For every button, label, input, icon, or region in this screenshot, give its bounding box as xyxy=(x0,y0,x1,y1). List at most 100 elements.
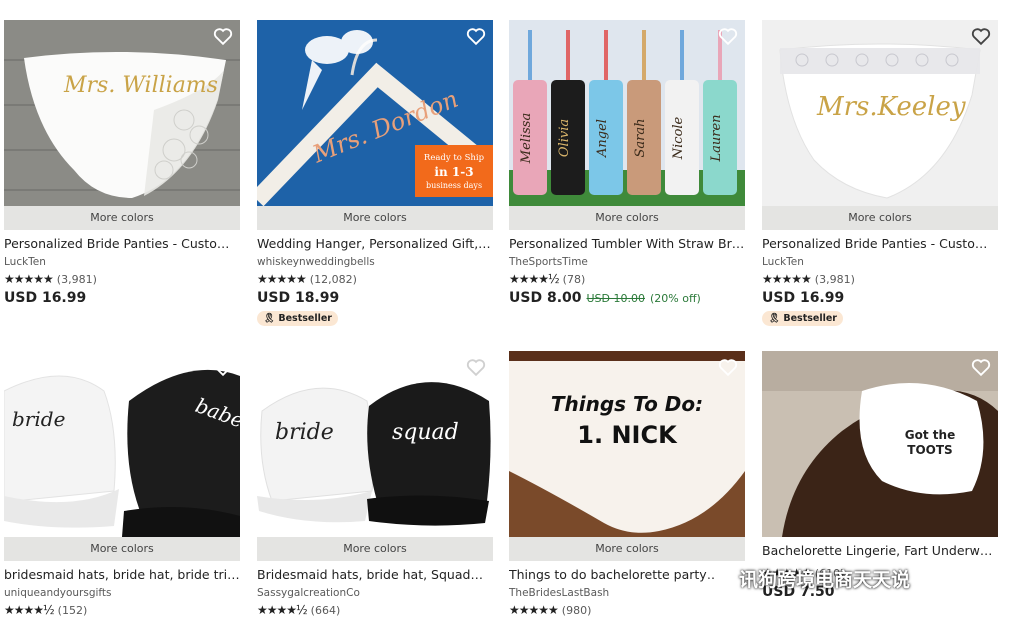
listing-image[interactable]: Things To Do: 1. NICK xyxy=(509,351,745,537)
tumbler-name-text: Angel xyxy=(595,119,610,158)
current-price: USD 16.99 xyxy=(4,290,87,306)
heart-outline-icon[interactable] xyxy=(465,356,487,378)
shop-name[interactable]: LuckTen xyxy=(762,256,998,268)
shop-name[interactable]: whiskeynweddingbells xyxy=(257,256,493,268)
listing-card[interactable]: Mrs. Dordon Ready to Ship in 1-3 busines… xyxy=(257,20,493,326)
shop-name[interactable]: TheSportsTime xyxy=(509,256,745,268)
listing-card[interactable]: Got the TOOTS Bachelorette Lingerie, Far… xyxy=(762,351,998,600)
tumbler-name-text: Melissa xyxy=(519,113,534,164)
listing-card[interactable]: Things To Do: 1. NICK More colors Things… xyxy=(509,351,745,617)
star-icon: ★★★★½ xyxy=(509,272,560,286)
price: USD 7.50 xyxy=(762,584,998,600)
badge-label: Bestseller xyxy=(278,313,332,324)
shop-name[interactable]: TheBridesLastBash xyxy=(509,587,745,599)
more-colors-button[interactable]: More colors xyxy=(4,206,240,230)
product-photo-hats: bride squad xyxy=(257,351,493,537)
product-photo-panties: Mrs.Keeley xyxy=(762,20,998,206)
product-photo-tumblers: Melissa Olivia Angel Sarah Nicole Lauren xyxy=(509,20,745,206)
heart-outline-icon[interactable] xyxy=(970,356,992,378)
listing-title[interactable]: Bachelorette Lingerie, Fart Underw… xyxy=(762,543,998,558)
product-print-text: squad xyxy=(392,420,459,445)
listing-card[interactable]: bride babes More colors bridesmaid hats,… xyxy=(4,351,240,617)
review-count: (664) xyxy=(310,603,341,617)
review-count: (980) xyxy=(561,603,592,617)
listing-image[interactable]: bride squad xyxy=(257,351,493,537)
listing-card[interactable]: Mrs. Williams More colors Personalized B… xyxy=(4,20,240,306)
heart-outline-icon[interactable] xyxy=(970,25,992,47)
promo-tag-line2: in 1-3 xyxy=(434,165,473,179)
discount-label: (20% off) xyxy=(650,292,701,305)
star-icon: ★★★★★ xyxy=(509,603,559,617)
listing-title[interactable]: Personalized Bride Panties - Custo… xyxy=(762,236,998,251)
tumbler-name-text: Nicole xyxy=(671,116,686,160)
more-colors-button[interactable]: More colors xyxy=(4,537,240,561)
heart-outline-icon[interactable] xyxy=(465,25,487,47)
original-price: USD 10.00 xyxy=(586,292,646,305)
more-colors-button[interactable]: More colors xyxy=(257,537,493,561)
rating: ★★★★★ (3,981) xyxy=(762,272,998,286)
badge-label: Bestseller xyxy=(783,313,837,324)
listing-title[interactable]: Wedding Hanger, Personalized Gift,… xyxy=(257,236,493,251)
listing-title[interactable]: Things to do bachelorette party… xyxy=(509,567,745,582)
heart-outline-icon[interactable] xyxy=(212,25,234,47)
rating: ★★★★★ (610) xyxy=(762,566,998,580)
listing-card[interactable]: Melissa Olivia Angel Sarah Nicole Lauren More… xyxy=(509,20,745,306)
current-price: USD 16.99 xyxy=(762,290,845,306)
promo-tag-line1: Ready to Ship xyxy=(424,153,485,163)
product-print-text: Mrs. Williams xyxy=(63,73,218,98)
product-photo-panties: Mrs. Williams xyxy=(4,20,240,206)
listing-image[interactable]: Mrs. Dordon Ready to Ship in 1-3 busines… xyxy=(257,20,493,206)
listing-title[interactable]: bridesmaid hats, bride hat, bride tri… xyxy=(4,567,240,582)
price: USD 8.00 USD 10.00 (20% off) xyxy=(509,290,745,306)
product-photo-panties: Things To Do: 1. NICK xyxy=(509,351,745,537)
product-print-text: TOOTS xyxy=(907,443,952,457)
rating: ★★★★½ (152) xyxy=(4,603,240,617)
listing-image[interactable]: Mrs. Williams xyxy=(4,20,240,206)
shop-name[interactable]: uniqueandyoursgifts xyxy=(4,587,240,599)
tumbler-name-text: Olivia xyxy=(557,119,572,157)
product-print-text: Things To Do: xyxy=(551,392,703,416)
award-ribbon-icon: 🎗 xyxy=(263,313,276,324)
product-photo-hats: bride babes xyxy=(4,351,240,537)
more-colors-button[interactable]: More colors xyxy=(762,206,998,230)
rating: ★★★★★ (3,981) xyxy=(4,272,240,286)
product-print-text: bride xyxy=(275,420,334,445)
current-price: USD 18.99 xyxy=(257,290,340,306)
more-colors-button[interactable]: More colors xyxy=(257,206,493,230)
listing-card[interactable]: Mrs.Keeley More colors Personalized Brid… xyxy=(762,20,998,326)
listing-image[interactable]: bride babes xyxy=(4,351,240,537)
more-colors-button[interactable]: More colors xyxy=(509,206,745,230)
review-count: (12,082) xyxy=(309,272,357,286)
tumbler-name-text: Sarah xyxy=(633,119,648,158)
star-icon: ★★★★★ xyxy=(762,566,812,580)
more-colors-button[interactable]: More colors xyxy=(509,537,745,561)
listing-image[interactable]: Mrs.Keeley xyxy=(762,20,998,206)
product-print-text: 1. NICK xyxy=(577,421,678,449)
current-price: USD 8.00 xyxy=(509,290,582,306)
review-count: (78) xyxy=(562,272,586,286)
review-count: (610) xyxy=(814,566,845,580)
heart-outline-icon[interactable] xyxy=(717,356,739,378)
promo-tag-line3: business days xyxy=(426,181,482,190)
listing-title[interactable]: Personalized Bride Panties - Custo… xyxy=(4,236,240,251)
listing-title[interactable]: Personalized Tumbler With Straw Br… xyxy=(509,236,745,251)
review-count: (152) xyxy=(57,603,88,617)
award-ribbon-icon: 🎗 xyxy=(768,313,781,324)
bestseller-badge: 🎗 Bestseller xyxy=(257,311,338,326)
star-icon: ★★★★★ xyxy=(762,272,812,286)
price: USD 16.99 xyxy=(4,290,240,306)
listing-image[interactable]: Got the TOOTS xyxy=(762,351,998,537)
product-print-text: Mrs.Keeley xyxy=(816,92,966,122)
listing-grid: Mrs. Williams More colors Personalized B… xyxy=(0,0,1010,621)
price: USD 16.99 xyxy=(762,290,998,306)
rating: ★★★★★ (12,082) xyxy=(257,272,493,286)
listing-image[interactable]: Melissa Olivia Angel Sarah Nicole Lauren xyxy=(509,20,745,206)
shop-name[interactable]: SassygalcreationCo xyxy=(257,587,493,599)
bestseller-badge: 🎗 Bestseller xyxy=(762,311,843,326)
listing-card[interactable]: bride squad More colors Bridesmaid hats,… xyxy=(257,351,493,617)
current-price: USD 7.50 xyxy=(762,584,835,600)
shop-name[interactable]: LuckTen xyxy=(4,256,240,268)
heart-outline-icon[interactable] xyxy=(212,356,234,378)
listing-title[interactable]: Bridesmaid hats, bride hat, Squad… xyxy=(257,567,493,582)
heart-outline-icon[interactable] xyxy=(717,25,739,47)
